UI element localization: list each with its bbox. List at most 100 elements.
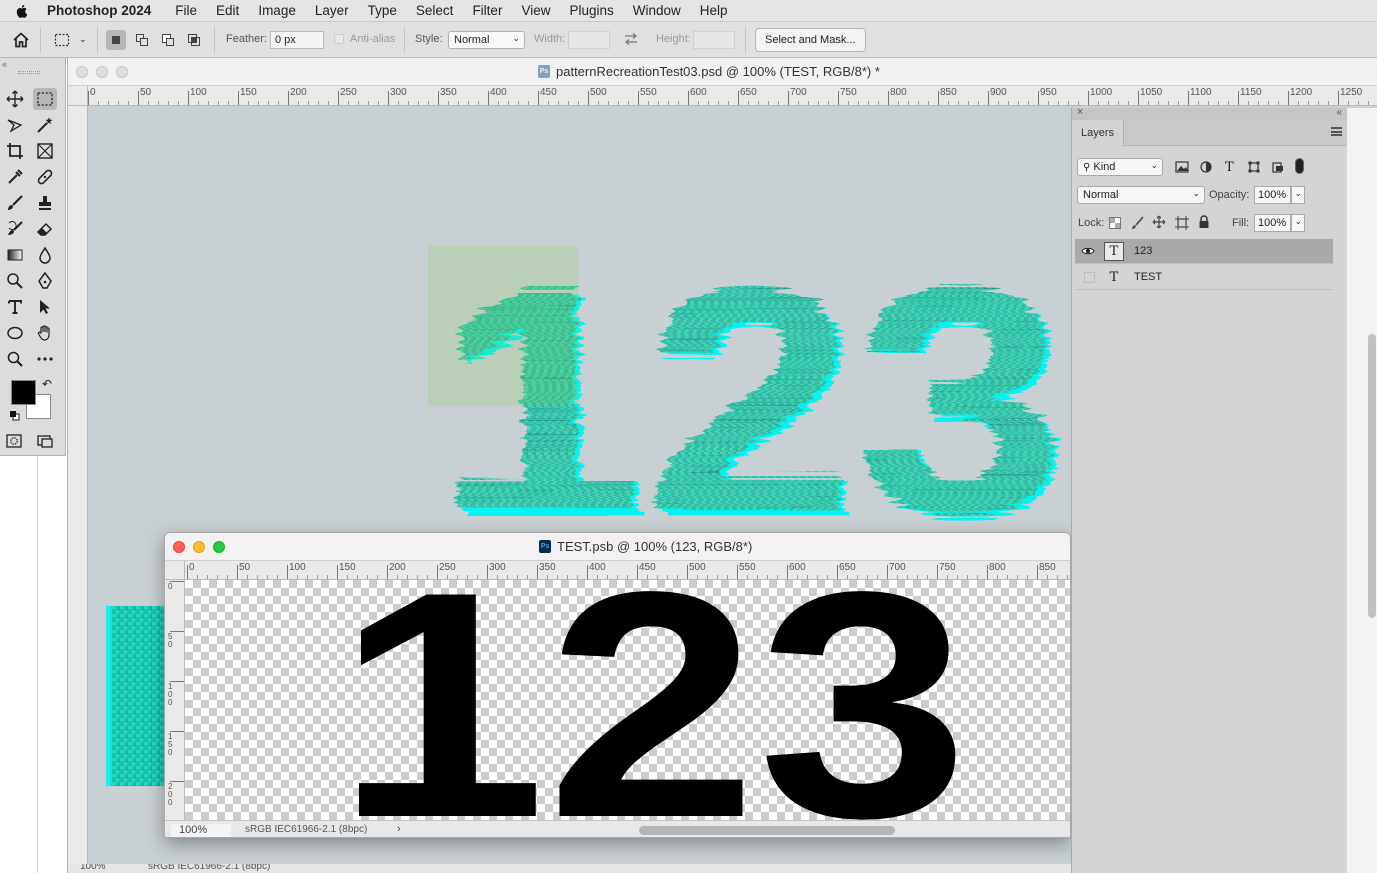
lock-image-pixels-icon[interactable] xyxy=(1131,216,1145,233)
vertical-scrollbar[interactable] xyxy=(1368,334,1376,618)
filter-adjustment-icon[interactable] xyxy=(1200,161,1212,176)
hand-tool-icon[interactable] xyxy=(33,322,57,344)
close-window-button[interactable] xyxy=(173,541,185,553)
eraser-tool-icon[interactable] xyxy=(33,218,57,240)
blur-tool-icon[interactable] xyxy=(33,244,57,266)
default-colors-icon[interactable] xyxy=(9,410,20,421)
screen-mode-icon[interactable] xyxy=(33,430,57,452)
gradient-tool-icon[interactable] xyxy=(3,244,27,266)
brush-tool-icon[interactable] xyxy=(3,192,27,214)
lock-position-icon[interactable] xyxy=(1152,215,1166,232)
feather-input[interactable]: 0 px xyxy=(270,31,324,49)
height-input[interactable] xyxy=(693,31,735,49)
horizontal-scrollbar[interactable] xyxy=(639,826,895,835)
lasso-tool-icon[interactable] xyxy=(3,114,27,136)
horizontal-ruler[interactable]: 0 50 100 150 200 250 300 350 400 450 500 550 600 650 7… xyxy=(185,561,1070,580)
intersect-selection-icon[interactable] xyxy=(184,30,204,50)
magic-wand-tool-icon[interactable] xyxy=(33,114,57,136)
fill-dropdown[interactable]: ⌄ xyxy=(1291,214,1305,232)
home-icon[interactable] xyxy=(11,30,31,50)
move-tool-icon[interactable] xyxy=(3,88,27,110)
filter-toggle-switch[interactable] xyxy=(1295,158,1304,174)
minimize-window-button[interactable] xyxy=(96,66,108,78)
status-zoom[interactable]: 100% xyxy=(80,864,106,872)
select-and-mask-button[interactable]: Select and Mask... xyxy=(755,28,866,52)
ruler-origin[interactable] xyxy=(68,86,88,106)
test-psb-canvas[interactable]: 123 xyxy=(185,580,1070,820)
filter-smart-object-icon[interactable] xyxy=(1272,161,1284,176)
type-tool-icon[interactable] xyxy=(3,296,27,318)
menu-edit[interactable]: Edit xyxy=(216,3,239,18)
foreground-color-swatch[interactable] xyxy=(11,380,36,405)
vertical-ruler[interactable] xyxy=(68,106,88,873)
blend-mode-select[interactable]: Normal ⌄ xyxy=(1077,186,1205,204)
filter-shape-icon[interactable] xyxy=(1248,161,1260,176)
document-title-bar[interactable]: Ps patternRecreationTest03.psd @ 100% (T… xyxy=(68,58,1377,86)
healing-brush-tool-icon[interactable] xyxy=(33,166,57,188)
zoom-window-button[interactable] xyxy=(213,541,225,553)
test-psb-title-bar[interactable]: Ps TEST.psb @ 100% (123, RGB/8*) xyxy=(165,533,1070,561)
clone-stamp-tool-icon[interactable] xyxy=(33,192,57,214)
layer-name[interactable]: TEST xyxy=(1134,271,1162,283)
lock-artboard-icon[interactable] xyxy=(1175,216,1189,233)
layer-name[interactable]: 123 xyxy=(1134,245,1152,257)
layer-filter-select[interactable]: ⚲ Kind ⌄ xyxy=(1077,158,1163,176)
add-selection-icon[interactable] xyxy=(132,30,152,50)
menu-view[interactable]: View xyxy=(521,3,550,18)
fill-input[interactable]: 100% xyxy=(1254,214,1291,232)
menu-window[interactable]: Window xyxy=(633,3,681,18)
menu-plugins[interactable]: Plugins xyxy=(569,3,613,18)
marquee-preset-icon[interactable] xyxy=(52,30,72,50)
lock-all-icon[interactable] xyxy=(1198,215,1210,232)
rectangular-marquee-tool-icon[interactable] xyxy=(33,88,57,110)
panel-grip[interactable] xyxy=(18,71,40,74)
menu-image[interactable]: Image xyxy=(258,3,296,18)
layer-row-123[interactable]: T 123 xyxy=(1075,239,1333,264)
history-brush-tool-icon[interactable] xyxy=(3,218,27,240)
close-panel-icon[interactable]: × xyxy=(1077,106,1083,118)
panel-menu-icon[interactable] xyxy=(1331,127,1342,136)
swap-colors-icon[interactable]: ↶ xyxy=(42,377,52,391)
menu-help[interactable]: Help xyxy=(700,3,728,18)
width-input[interactable] xyxy=(568,31,610,49)
dodge-tool-icon[interactable] xyxy=(3,270,27,292)
horizontal-ruler[interactable]: 0 50 100 150 200 250 300 350 400 450 500 550 600 650 7… xyxy=(88,86,1377,106)
opacity-input[interactable]: 100% xyxy=(1254,186,1291,204)
preset-chevron-down-icon[interactable]: ⌄ xyxy=(79,34,87,45)
status-zoom[interactable]: 100% xyxy=(171,824,231,837)
frame-tool-icon[interactable] xyxy=(33,140,57,162)
subtract-selection-icon[interactable] xyxy=(158,30,178,50)
new-selection-icon[interactable] xyxy=(106,30,126,50)
quick-mask-icon[interactable] xyxy=(2,430,26,452)
menu-layer[interactable]: Layer xyxy=(315,3,349,18)
menu-app-name[interactable]: Photoshop 2024 xyxy=(47,3,151,18)
minimize-window-button[interactable] xyxy=(193,541,205,553)
eye-icon[interactable] xyxy=(1081,244,1095,258)
menu-select[interactable]: Select xyxy=(416,3,454,18)
lock-transparent-pixels-icon[interactable] xyxy=(1109,217,1121,232)
collapse-panel-icon[interactable]: « xyxy=(2,59,7,69)
swap-dimensions-icon[interactable] xyxy=(623,32,639,49)
style-select[interactable]: Normal ⌄ xyxy=(448,31,525,49)
pen-tool-icon[interactable] xyxy=(33,270,57,292)
zoom-tool-icon[interactable] xyxy=(3,348,27,370)
menu-type[interactable]: Type xyxy=(368,3,397,18)
more-tools-icon[interactable] xyxy=(33,348,57,370)
filter-pixel-icon[interactable] xyxy=(1175,161,1189,176)
visibility-toggle[interactable] xyxy=(1084,272,1095,283)
antialias-checkbox[interactable] xyxy=(334,34,344,44)
eyedropper-tool-icon[interactable] xyxy=(3,166,27,188)
filter-type-icon[interactable]: T xyxy=(1225,160,1234,175)
collapse-panel-icon[interactable]: « xyxy=(1336,107,1342,118)
zoom-window-button[interactable] xyxy=(116,66,128,78)
apple-logo-icon[interactable] xyxy=(14,3,30,19)
vertical-ruler[interactable]: 0 50 100 150 200 xyxy=(165,580,185,820)
status-menu-arrow-icon[interactable]: › xyxy=(397,823,401,835)
menu-filter[interactable]: Filter xyxy=(472,3,502,18)
ellipse-tool-icon[interactable] xyxy=(3,322,27,344)
path-selection-tool-icon[interactable] xyxy=(33,296,57,318)
layer-row-test[interactable]: T TEST xyxy=(1075,265,1333,290)
menu-file[interactable]: File xyxy=(175,3,197,18)
tab-layers[interactable]: Layers xyxy=(1072,120,1124,147)
crop-tool-icon[interactable] xyxy=(3,140,27,162)
